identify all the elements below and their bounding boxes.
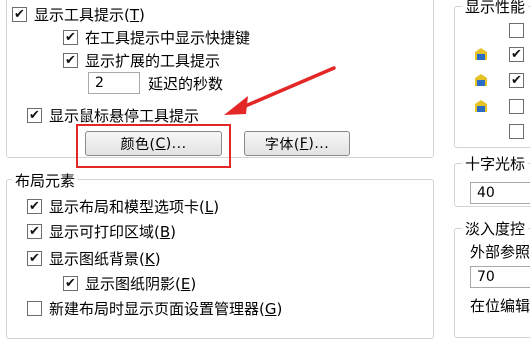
perf-checkbox-1[interactable] (509, 23, 524, 38)
layout-item[interactable]: 显示图纸背景(K) (27, 247, 161, 269)
page-setup-manager-label: 新建布局时显示页面设置管理器(G) (49, 299, 283, 318)
page-setup-manager-checkbox[interactable] (27, 300, 42, 316)
printable-area-label: 显示可打印区域(B) (49, 222, 177, 241)
show-shortcut-checkbox[interactable] (63, 29, 78, 45)
show-shortcut-option[interactable]: 在工具提示中显示快捷键 (63, 26, 250, 48)
show-extended-option[interactable]: 显示扩展的工具提示 (63, 49, 220, 71)
printable-area-checkbox[interactable] (27, 223, 42, 239)
app-icon (474, 73, 488, 87)
font-button[interactable]: 字体(F)... (244, 131, 350, 156)
layout-item[interactable]: 显示布局和模型选项卡(L) (27, 195, 219, 217)
crosshair-size-input[interactable]: 40 (470, 182, 530, 204)
show-tooltips-option[interactable]: 显示工具提示(T) (12, 3, 145, 25)
delay-seconds-input[interactable]: 2 (88, 72, 140, 94)
app-icon (474, 99, 488, 113)
show-tooltips-checkbox[interactable] (12, 6, 27, 22)
perf-checkbox-4[interactable] (509, 99, 524, 114)
layout-tabs-label: 显示布局和模型选项卡(L) (49, 197, 220, 216)
paper-background-label: 显示图纸背景(K) (49, 249, 161, 268)
show-extended-checkbox[interactable] (63, 52, 78, 68)
paper-background-checkbox[interactable] (27, 250, 42, 266)
layout-tabs-checkbox[interactable] (27, 198, 42, 214)
show-extended-label: 显示扩展的工具提示 (85, 51, 221, 70)
annotation-arrow-icon (224, 66, 336, 115)
layout-item[interactable]: 显示图纸阴影(E) (63, 272, 196, 294)
show-rollover-label: 显示鼠标悬停工具提示 (49, 106, 200, 125)
crosshair-title: 十字光标 (462, 153, 529, 174)
display-performance-title: 显示性能 (462, 0, 529, 17)
perf-checkbox-3[interactable] (509, 73, 524, 88)
show-shortcut-label: 在工具提示中显示快捷键 (85, 28, 251, 47)
fade-control-title: 淡入度控 (462, 218, 529, 239)
layout-item[interactable]: 新建布局时显示页面设置管理器(G) (27, 297, 282, 319)
xref-fade-input[interactable]: 70 (470, 266, 530, 288)
layout-elements-title: 布局元素 (12, 170, 79, 191)
perf-checkbox-2[interactable] (509, 47, 524, 62)
delay-seconds-label: 延迟的秒数 (148, 74, 224, 93)
show-tooltips-label: 显示工具提示(T) (34, 5, 145, 24)
inplace-edit-label: 在位编辑 (470, 296, 530, 315)
show-rollover-checkbox[interactable] (27, 107, 42, 123)
perf-checkbox-5[interactable] (509, 124, 524, 139)
layout-item[interactable]: 显示可打印区域(B) (27, 220, 176, 242)
show-rollover-option[interactable]: 显示鼠标悬停工具提示 (27, 104, 199, 126)
color-button[interactable]: 颜色(C)... (85, 131, 222, 156)
xref-label: 外部参照 (470, 242, 530, 261)
paper-shadow-label: 显示图纸阴影(E) (85, 274, 197, 293)
paper-shadow-checkbox[interactable] (63, 275, 78, 291)
app-icon (474, 47, 488, 61)
